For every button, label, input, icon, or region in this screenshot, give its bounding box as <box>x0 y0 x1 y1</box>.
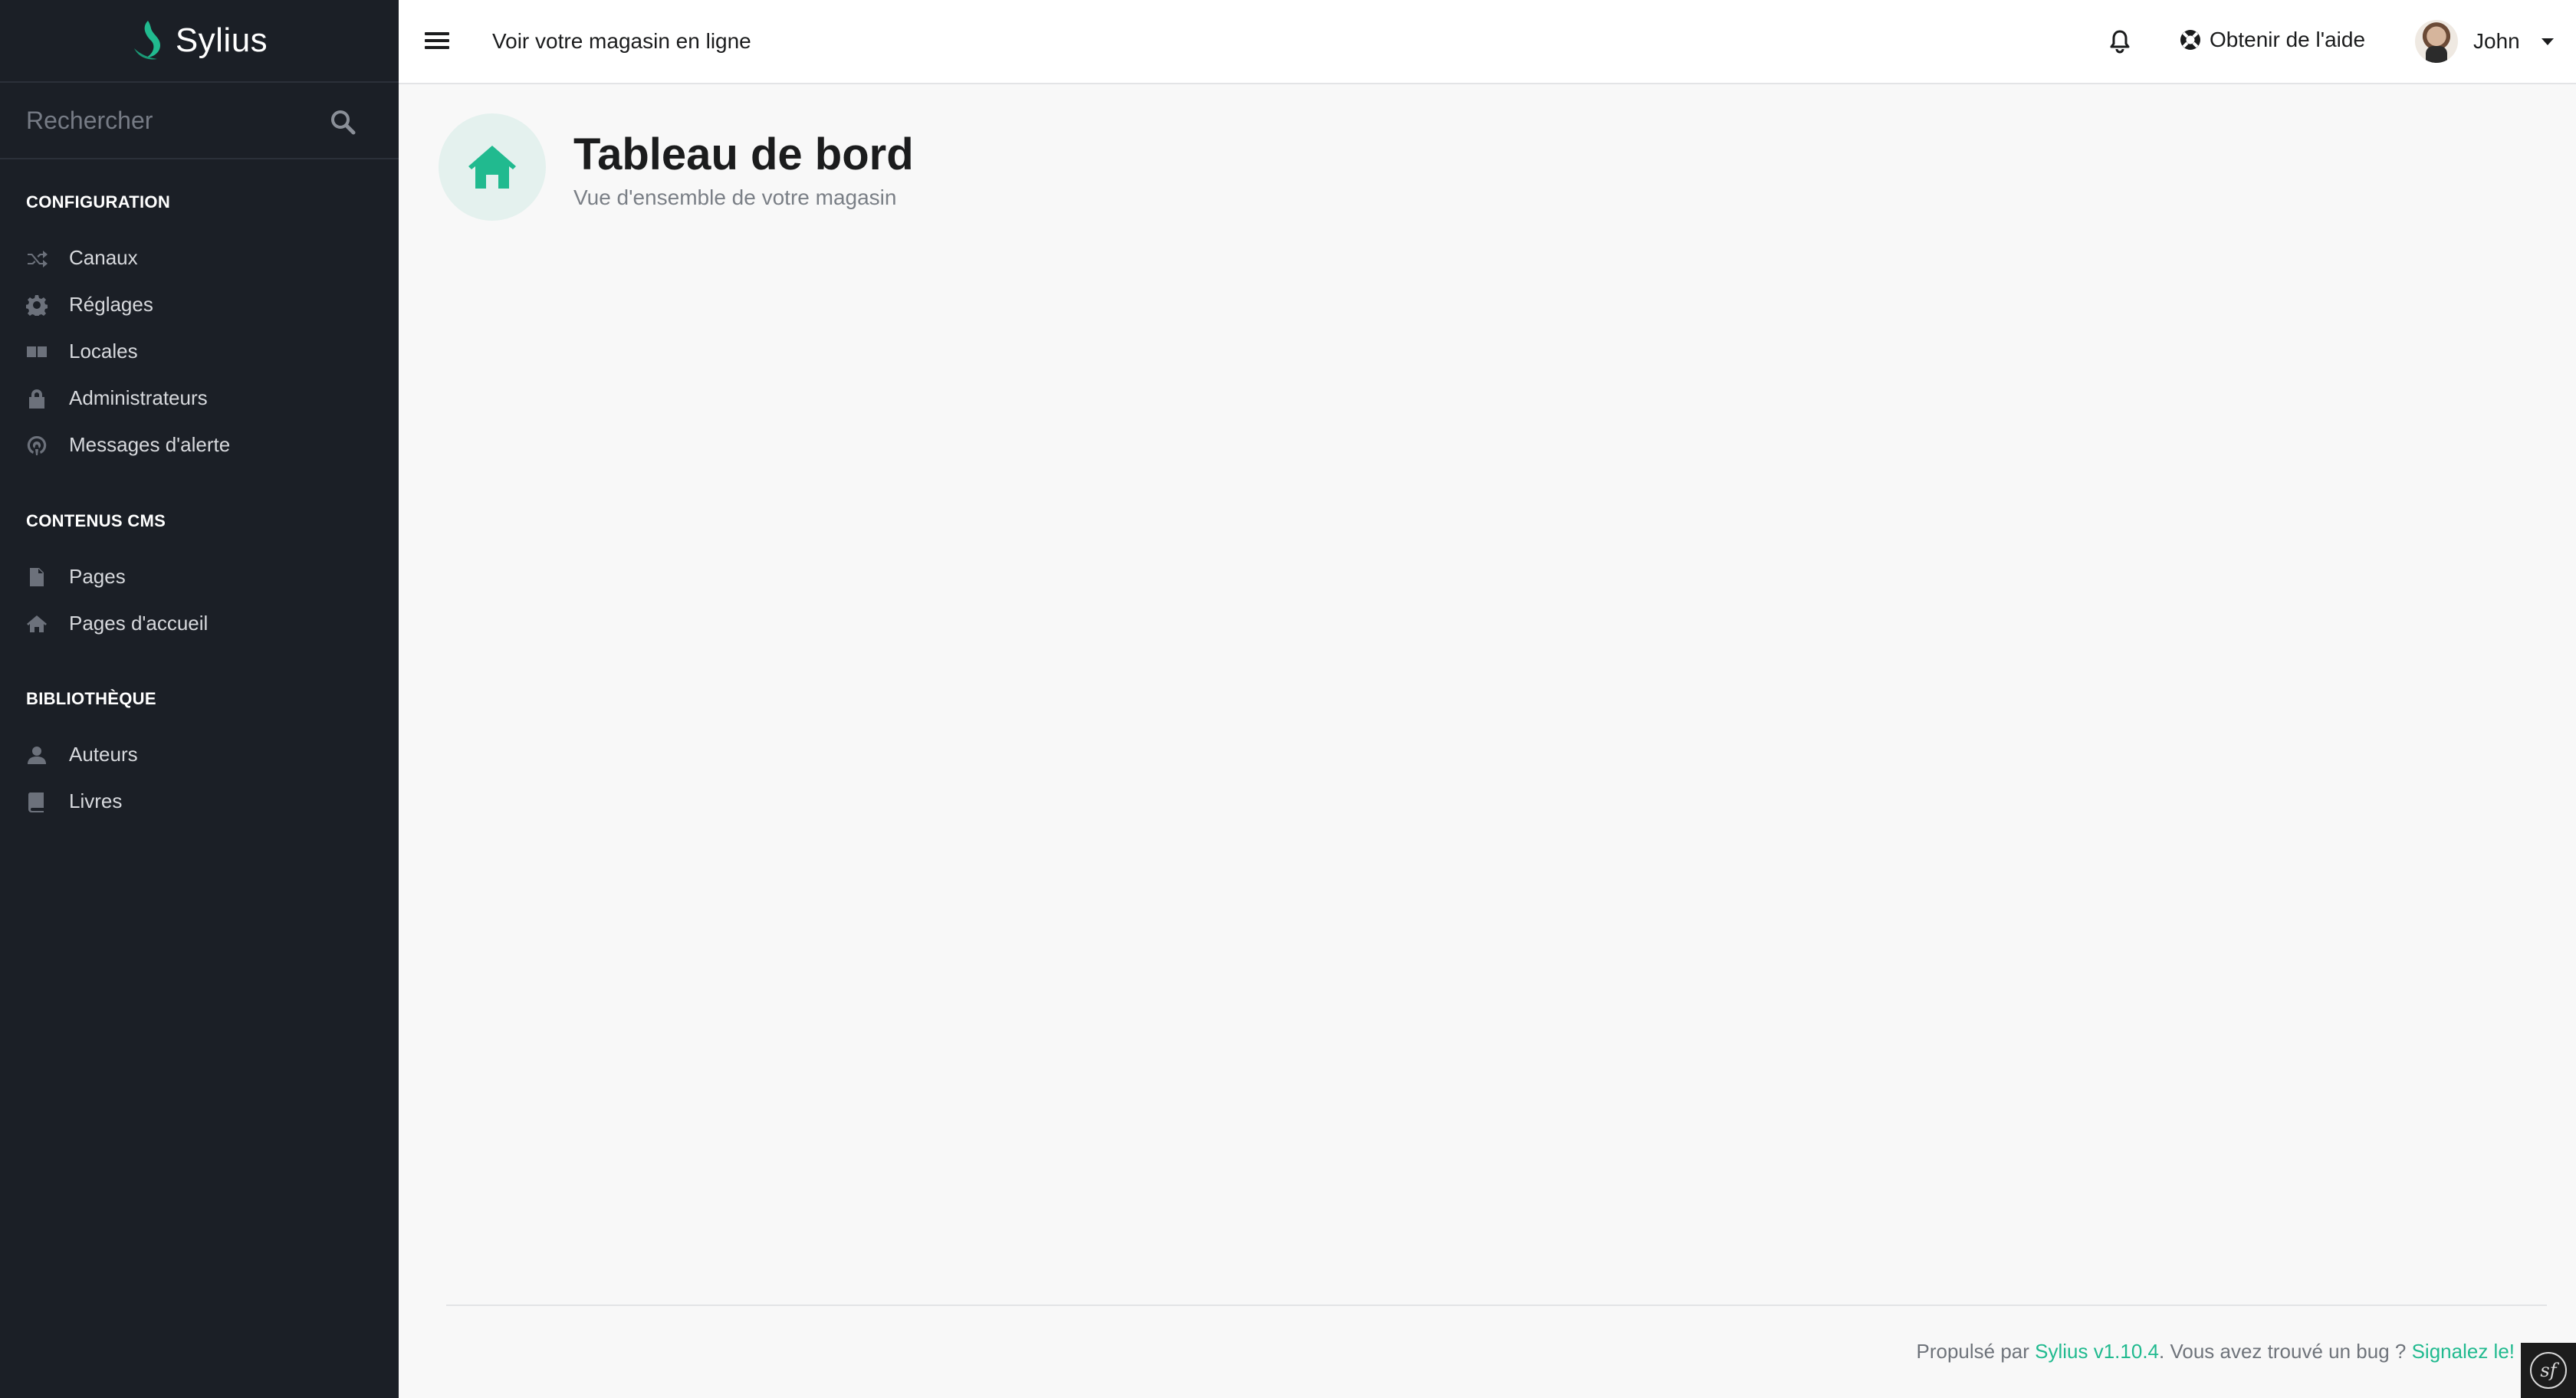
symfony-toolbar-toggle[interactable]: sf <box>2521 1343 2576 1398</box>
user-icon <box>26 744 48 766</box>
home-icon <box>26 613 48 635</box>
shuffle-icon <box>26 248 48 269</box>
footer-divider <box>446 1304 2547 1306</box>
sidebar-item-label: Administrateurs <box>69 386 208 409</box>
sidebar-item-label: Canaux <box>69 246 138 269</box>
footer: Propulsé par Sylius v1.10.4. Vous avez t… <box>1916 1340 2515 1364</box>
notification-bell-icon[interactable] <box>2108 29 2131 54</box>
report-bug-link[interactable]: Signalez le! <box>2412 1340 2515 1363</box>
hamburger-icon <box>425 32 449 35</box>
sidebar-toggle-button[interactable] <box>425 29 449 54</box>
hamburger-bar <box>425 46 449 49</box>
gear-icon <box>25 294 48 318</box>
brand-name: Sylius <box>175 21 268 59</box>
search-icon[interactable] <box>330 109 356 135</box>
lock-icon <box>26 388 48 409</box>
avatar <box>2415 20 2458 63</box>
footer-powered-by: Propulsé par <box>1916 1340 2036 1363</box>
sidebar-item-label: Auteurs <box>69 743 138 766</box>
podcast-icon <box>26 435 48 456</box>
book-icon <box>26 791 48 812</box>
sidebar-item-administrateurs[interactable]: Administrateurs <box>0 375 399 422</box>
user-name: John <box>2473 29 2520 53</box>
sidebar-item-label: Messages d'alerte <box>69 433 231 456</box>
sidebar-item-label: Locales <box>69 340 138 363</box>
brand-logo[interactable]: Sylius <box>0 0 399 83</box>
sidebar-item-pages-accueil[interactable]: Pages d'accueil <box>0 600 399 647</box>
page-header-icon <box>439 113 546 221</box>
menu-contenus-cms: Pages Pages d'accueil <box>0 553 399 647</box>
life-ring-icon <box>2180 30 2200 50</box>
home-icon <box>468 146 516 189</box>
page-subtitle: Vue d'ensemble de votre magasin <box>573 185 897 209</box>
sylius-logo-icon <box>133 21 160 60</box>
user-menu[interactable]: John <box>2415 20 2554 63</box>
sidebar-search <box>0 83 399 159</box>
menu-bibliotheque: Auteurs Livres <box>0 731 399 825</box>
sidebar-item-pages[interactable]: Pages <box>0 553 399 600</box>
sidebar-item-canaux[interactable]: Canaux <box>0 235 399 281</box>
sidebar-item-label: Pages d'accueil <box>69 612 209 635</box>
section-title-configuration: CONFIGURATION <box>26 192 171 212</box>
footer-bug-text: . Vous avez trouvé un bug ? <box>2159 1340 2412 1363</box>
admin-app: Sylius CONFIGURATION Canaux Réglages Loc… <box>0 0 2576 1398</box>
sidebar-item-locales[interactable]: Locales <box>0 328 399 375</box>
sidebar-item-auteurs[interactable]: Auteurs <box>0 731 399 778</box>
view-shop-link[interactable]: Voir votre magasin en ligne <box>492 29 751 54</box>
sylius-version-link[interactable]: Sylius v1.10.4 <box>2035 1340 2159 1363</box>
main-content: Tableau de bord Vue d'ensemble de votre … <box>399 84 2576 1398</box>
menu-configuration: Canaux Réglages Locales Administrateurs … <box>0 235 399 468</box>
sidebar-item-label: Livres <box>69 789 123 812</box>
chevron-down-icon <box>2541 38 2554 45</box>
section-title-contenus-cms: CONTENUS CMS <box>26 511 166 530</box>
sidebar-item-messages-alerte[interactable]: Messages d'alerte <box>0 422 399 468</box>
file-icon <box>26 566 48 588</box>
page-title: Tableau de bord <box>573 130 914 179</box>
sidebar-item-label: Pages <box>69 565 126 588</box>
sidebar: Sylius CONFIGURATION Canaux Réglages Loc… <box>0 0 399 1398</box>
translate-icon <box>26 341 48 363</box>
section-title-bibliotheque: BIBLIOTHÈQUE <box>26 689 156 708</box>
search-input[interactable] <box>26 106 373 135</box>
help-button[interactable]: Obtenir de l'aide <box>2179 28 2365 52</box>
top-bar: Voir votre magasin en ligne Obtenir de l… <box>399 0 2576 84</box>
symfony-icon: sf <box>2530 1352 2567 1389</box>
sidebar-item-reglages[interactable]: Réglages <box>0 281 399 328</box>
sidebar-item-label: Réglages <box>69 293 153 316</box>
sidebar-item-livres[interactable]: Livres <box>0 778 399 825</box>
hamburger-bar <box>425 39 449 42</box>
help-label: Obtenir de l'aide <box>2210 28 2366 51</box>
